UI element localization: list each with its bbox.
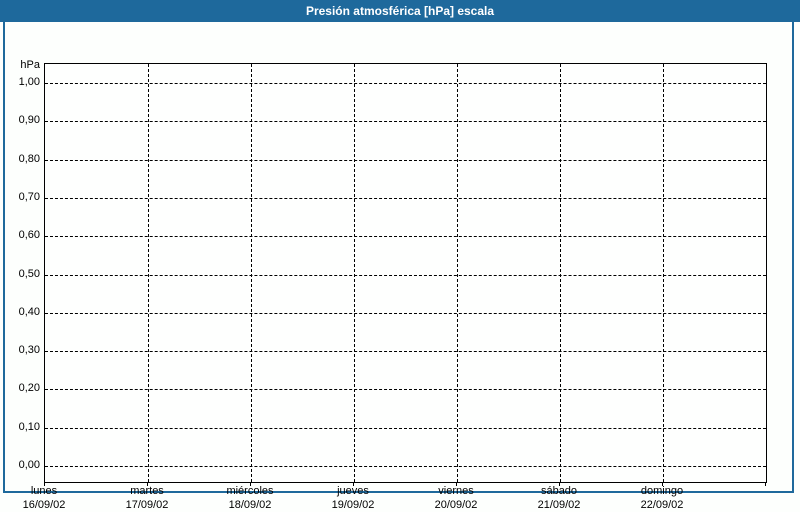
x-axis-date-label: 18/09/02	[228, 499, 272, 511]
x-axis-label: jueves 19/09/02	[305, 484, 401, 512]
gridline-horizontal	[45, 389, 766, 391]
chart-title: Presión atmosférica [hPa] escala	[305, 4, 495, 18]
x-axis-tick-mark	[765, 482, 766, 486]
gridline-vertical	[354, 64, 355, 482]
x-axis-day-label: lunes	[30, 485, 58, 497]
y-axis-tick-label: 0,90	[18, 114, 40, 127]
gridline-horizontal	[45, 236, 766, 238]
gridline-vertical	[148, 64, 149, 482]
gridline-horizontal	[45, 197, 766, 199]
x-axis-date-label: 17/09/02	[125, 499, 169, 511]
y-axis-tick-label: 1,00	[18, 76, 40, 88]
x-axis-label: lunes 16/09/02	[0, 484, 92, 512]
y-axis-tick-label: 0,40	[18, 305, 40, 318]
gridline-vertical	[251, 64, 252, 482]
y-axis-tick-label: 0,60	[18, 229, 40, 242]
gridline-horizontal	[45, 274, 766, 276]
y-axis-unit-label: hPa	[20, 59, 40, 71]
x-axis-day-label: miércoles	[226, 485, 274, 497]
y-axis-tick-label: 0,20	[18, 382, 40, 395]
x-axis-day-label: jueves	[337, 485, 369, 497]
gridline-vertical	[457, 64, 458, 482]
x-axis-day-label: sábado	[540, 485, 578, 497]
x-axis-label: domingo 22/09/02	[614, 484, 710, 512]
y-axis-tick-label: 0,80	[18, 152, 40, 165]
y-axis-tick-label: 0,70	[18, 190, 40, 203]
gridline-horizontal	[45, 121, 766, 123]
gridline-horizontal	[45, 427, 766, 429]
x-axis-day-label: martes	[130, 485, 164, 497]
gridline-horizontal	[45, 351, 766, 353]
x-axis-label: viernes 20/09/02	[408, 484, 504, 512]
x-axis-day-label: domingo	[640, 485, 684, 497]
x-axis-date-label: 16/09/02	[22, 499, 66, 511]
x-axis-date-label: 21/09/02	[537, 499, 581, 511]
chart-title-bar: Presión atmosférica [hPa] escala	[0, 0, 800, 22]
x-axis-date-label: 22/09/02	[640, 499, 684, 511]
x-axis-day-label: viernes	[438, 485, 474, 497]
x-axis-label: miércoles 18/09/02	[202, 484, 298, 512]
gridline-horizontal	[45, 466, 766, 467]
x-axis-date-label: 20/09/02	[434, 499, 478, 511]
gridline-horizontal	[45, 159, 766, 161]
x-axis-date-label: 19/09/02	[331, 499, 375, 511]
gridline-horizontal	[45, 312, 766, 314]
y-axis-tick-label: 0,10	[18, 420, 40, 433]
gridline-vertical	[560, 64, 561, 482]
gridline-vertical	[663, 64, 664, 482]
plot-area	[44, 63, 767, 483]
y-axis-tick-label: 0,50	[18, 267, 40, 280]
x-axis-label: sábado 21/09/02	[511, 484, 607, 512]
gridline-horizontal	[45, 83, 766, 84]
y-axis-tick-label: 0,00	[18, 459, 40, 471]
y-axis-tick-label: 0,30	[18, 344, 40, 357]
x-axis-label: martes 17/09/02	[99, 484, 195, 512]
chart-frame: hPa 1,00 0,90 0,80 0,70 0,60 0,50 0,40 0,30 0,20…	[3, 22, 794, 511]
